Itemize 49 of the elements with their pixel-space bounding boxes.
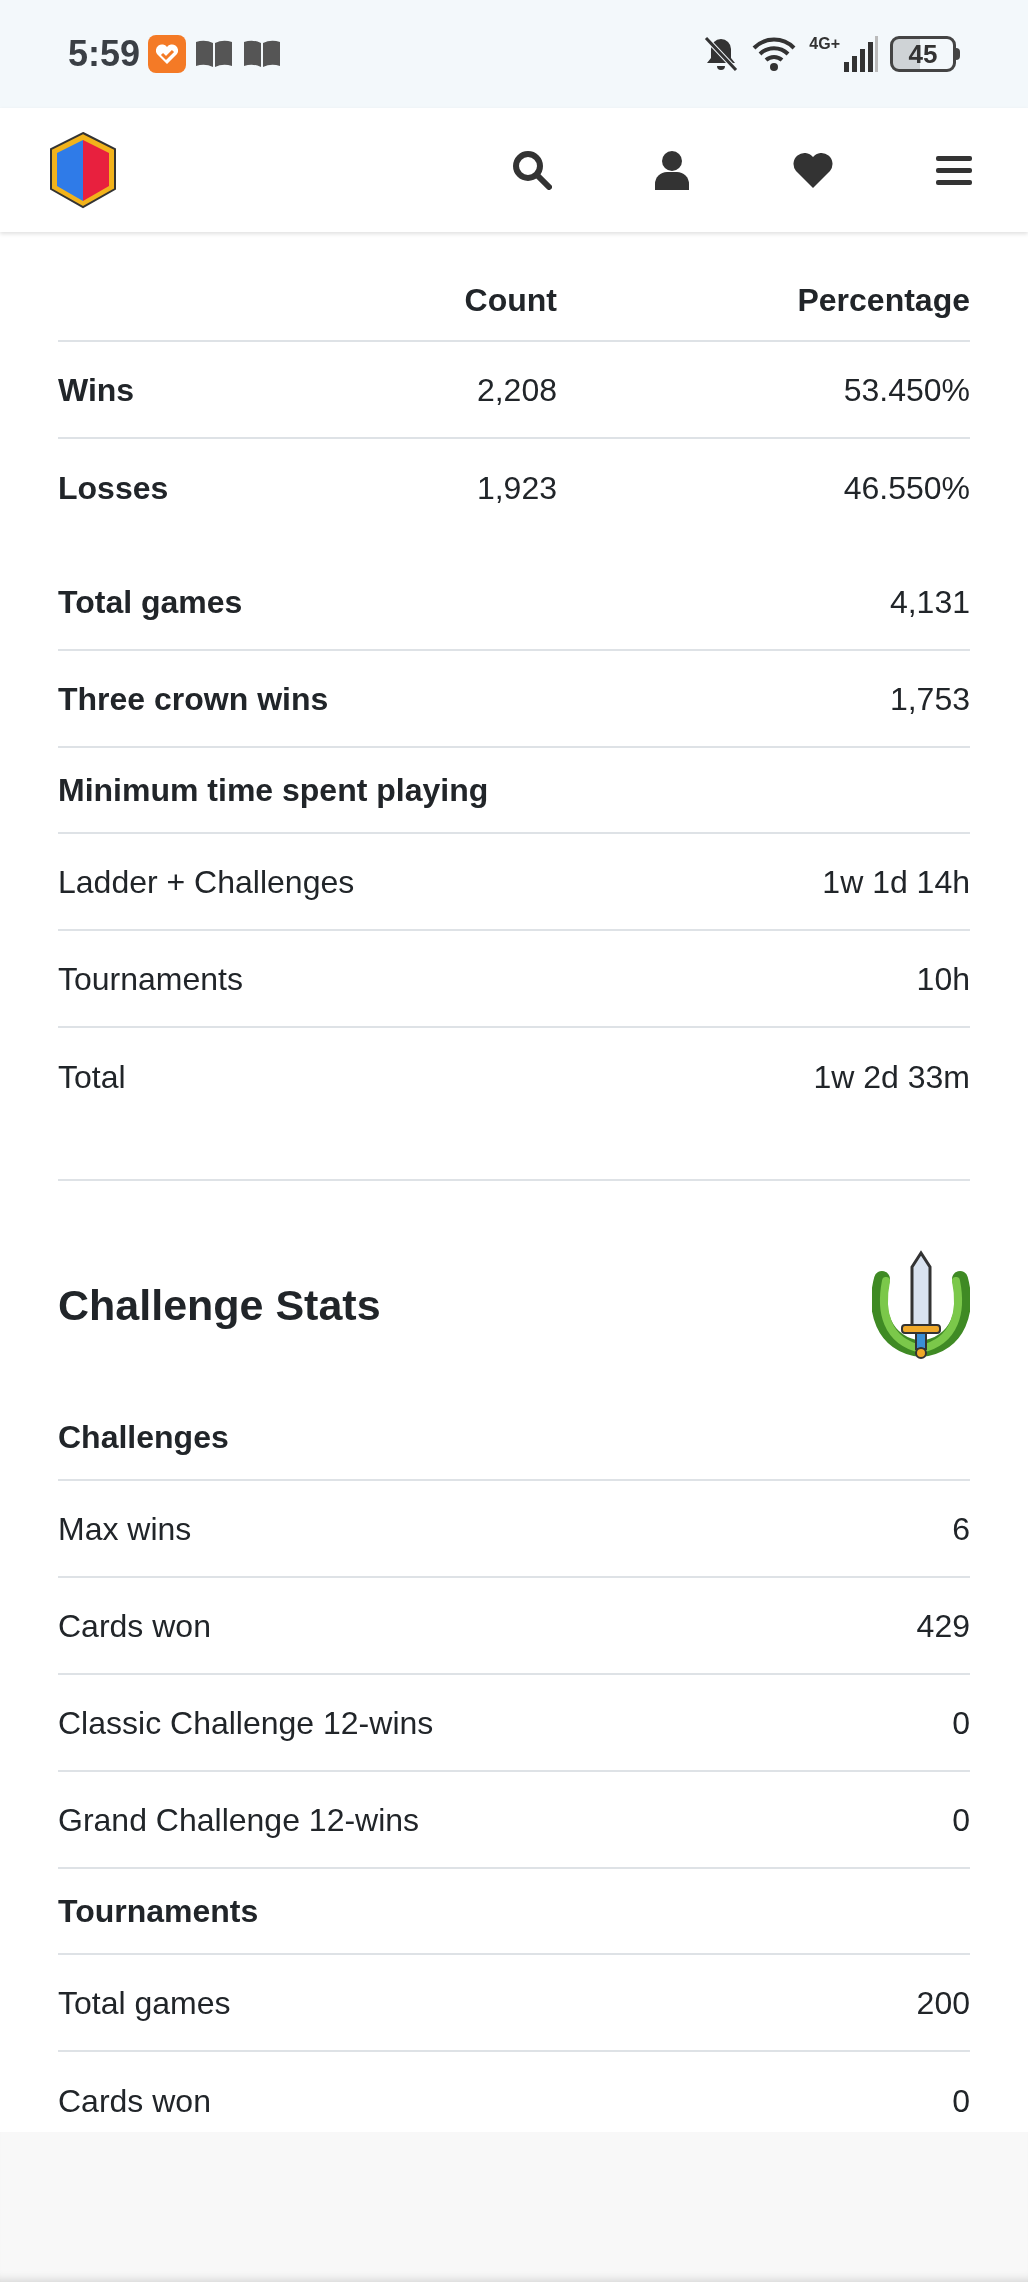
- battery-indicator: 45: [890, 36, 960, 72]
- row-value: 0: [952, 2081, 970, 2121]
- row-value: 429: [916, 1606, 970, 1646]
- row-label: Cards won: [58, 1606, 211, 1646]
- row-value: 0: [952, 1703, 970, 1743]
- table-cell-text: 1,923: [476, 468, 557, 508]
- logo-icon[interactable]: [48, 131, 118, 209]
- signal-icon: [844, 36, 878, 72]
- section-heading: Minimum time spent playing: [58, 771, 489, 810]
- app-badge-icon: [148, 35, 187, 73]
- row-value: 0: [952, 1800, 970, 1840]
- row-label: Tournaments: [58, 959, 243, 999]
- sword-laurel-icon: [872, 1249, 970, 1361]
- network-type: 4G+: [809, 36, 840, 52]
- row-value: 1,753: [889, 679, 970, 719]
- search-icon[interactable]: [512, 150, 552, 190]
- user-icon[interactable]: [654, 150, 690, 190]
- row-label: Classic Challenge 12-wins: [58, 1703, 434, 1743]
- section-title: Challenge Stats: [58, 1279, 381, 1331]
- menu-icon[interactable]: [936, 154, 972, 186]
- table-cell-text: 46.550%: [843, 468, 970, 508]
- row-label: Cards won: [58, 2081, 211, 2121]
- row-label: Total games: [58, 1983, 231, 2023]
- row-label: Grand Challenge 12-wins: [58, 1800, 420, 1840]
- row-label: Three crown wins: [58, 679, 329, 719]
- row-value: 1w 1d 14h: [822, 862, 970, 902]
- row-value: 10h: [916, 959, 970, 999]
- section-heading: Challenges: [58, 1418, 229, 1457]
- row-label: Total games: [58, 582, 243, 622]
- row-label: Max wins: [58, 1509, 192, 1549]
- row-label: Total: [58, 1057, 126, 1097]
- heart-icon[interactable]: [792, 151, 834, 189]
- column-header: Percentage: [796, 281, 970, 320]
- row-label: Losses: [58, 468, 169, 508]
- row-value: 4,131: [889, 582, 970, 622]
- table-cell-text: 53.450%: [843, 370, 970, 410]
- clock-time: 5:59: [68, 32, 141, 76]
- muted-bell-icon: [703, 35, 740, 73]
- row-value: 6: [952, 1509, 970, 1549]
- wifi-icon: [751, 36, 798, 72]
- book-icon: [242, 38, 283, 70]
- row-value: 200: [916, 1983, 970, 2023]
- row-label: Wins: [58, 370, 135, 410]
- book-icon: [194, 38, 235, 70]
- column-header: Count: [463, 281, 557, 320]
- table-cell-text: 2,208: [476, 370, 557, 410]
- section-heading: Tournaments: [58, 1892, 259, 1931]
- row-label: Ladder + Challenges: [58, 862, 355, 902]
- row-value: 1w 2d 33m: [813, 1057, 970, 1097]
